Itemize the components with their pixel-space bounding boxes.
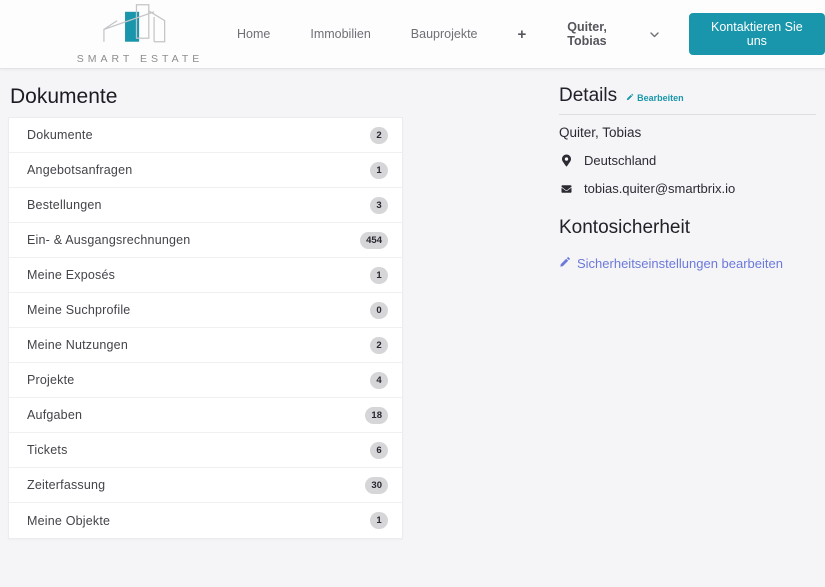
count-badge: 0 bbox=[370, 301, 388, 319]
list-item-exposes[interactable]: Meine Exposés 1 bbox=[9, 258, 402, 293]
list-item-label: Projekte bbox=[27, 373, 75, 387]
list-item-suchprofile[interactable]: Meine Suchprofile 0 bbox=[9, 293, 402, 328]
list-item-zeiterfassung[interactable]: Zeiterfassung 30 bbox=[9, 468, 402, 503]
list-item-label: Meine Exposés bbox=[27, 268, 116, 282]
count-badge: 2 bbox=[370, 126, 388, 144]
edit-details-link[interactable]: Bearbeiten bbox=[626, 93, 684, 103]
account-security-title: Kontosicherheit bbox=[559, 217, 690, 238]
smart-estate-logo-icon bbox=[99, 3, 181, 52]
list-item-label: Zeiterfassung bbox=[27, 478, 106, 492]
location-value: Deutschland bbox=[584, 153, 657, 168]
plus-icon: + bbox=[517, 25, 527, 43]
pencil-icon bbox=[559, 256, 571, 271]
top-navbar: SMART ESTATE Home Immobilien Bauprojekte… bbox=[0, 0, 825, 69]
list-item-label: Angebotsanfragen bbox=[27, 163, 133, 177]
count-badge: 6 bbox=[370, 441, 388, 459]
count-badge: 30 bbox=[365, 476, 388, 494]
page-title: Dokumente bbox=[10, 85, 118, 108]
nav-item-home[interactable]: Home bbox=[224, 19, 283, 49]
brand-name: SMART ESTATE bbox=[76, 53, 204, 65]
count-badge: 18 bbox=[365, 406, 388, 424]
list-item-rechnungen[interactable]: Ein- & Ausgangsrechnungen 454 bbox=[9, 223, 402, 258]
documents-list: Dokumente 2 Angebotsanfragen 1 Bestellun… bbox=[8, 117, 403, 539]
count-badge: 4 bbox=[370, 371, 388, 389]
contact-us-button[interactable]: Kontaktieren Sie uns bbox=[688, 13, 825, 55]
divider bbox=[559, 114, 816, 115]
user-menu-label: Quiter, Tobias bbox=[567, 20, 607, 48]
list-item-label: Meine Suchprofile bbox=[27, 303, 131, 317]
nav-item-immobilien[interactable]: Immobilien bbox=[297, 19, 383, 49]
list-item-nutzungen[interactable]: Meine Nutzungen 2 bbox=[9, 328, 402, 363]
list-item-aufgaben[interactable]: Aufgaben 18 bbox=[9, 398, 402, 433]
list-item-projekte[interactable]: Projekte 4 bbox=[9, 363, 402, 398]
count-badge: 3 bbox=[370, 196, 388, 214]
list-item-label: Bestellungen bbox=[27, 198, 102, 212]
list-item-angebotsanfragen[interactable]: Angebotsanfragen 1 bbox=[9, 153, 402, 188]
list-item-bestellungen[interactable]: Bestellungen 3 bbox=[9, 188, 402, 223]
list-item-label: Dokumente bbox=[27, 128, 93, 142]
list-item-objekte[interactable]: Meine Objekte 1 bbox=[9, 503, 402, 538]
email-row: tobias.quiter@smartbrix.io bbox=[559, 181, 816, 196]
list-item-tickets[interactable]: Tickets 6 bbox=[9, 433, 402, 468]
brand-logo[interactable]: SMART ESTATE bbox=[77, 3, 199, 65]
chevron-down-icon bbox=[650, 25, 659, 43]
details-panel: Details Bearbeiten Quiter, Tobias Deutsc… bbox=[559, 85, 816, 273]
count-badge: 1 bbox=[370, 512, 388, 529]
nav-item-bauprojekte[interactable]: Bauprojekte bbox=[398, 19, 491, 49]
list-item-label: Aufgaben bbox=[27, 408, 83, 422]
map-marker-icon bbox=[559, 154, 573, 167]
edit-security-settings-link[interactable]: Sicherheitseinstellungen bearbeiten bbox=[559, 256, 783, 271]
main-nav: Home Immobilien Bauprojekte + bbox=[224, 19, 539, 50]
contact-name: Quiter, Tobias bbox=[559, 125, 642, 140]
count-badge: 1 bbox=[370, 161, 388, 179]
location-row: Deutschland bbox=[559, 153, 816, 168]
count-badge: 2 bbox=[370, 336, 388, 354]
list-item-label: Tickets bbox=[27, 443, 68, 457]
count-badge: 1 bbox=[370, 266, 388, 284]
user-menu[interactable]: Quiter, Tobias bbox=[567, 20, 659, 48]
pencil-icon bbox=[626, 93, 634, 103]
list-item-dokumente[interactable]: Dokumente 2 bbox=[9, 118, 402, 153]
list-item-label: Ein- & Ausgangsrechnungen bbox=[27, 233, 191, 247]
list-item-label: Meine Objekte bbox=[27, 513, 111, 528]
add-menu-button[interactable]: + bbox=[505, 19, 540, 50]
envelope-icon bbox=[559, 184, 573, 194]
email-value: tobias.quiter@smartbrix.io bbox=[584, 181, 736, 196]
list-item-label: Meine Nutzungen bbox=[27, 338, 128, 352]
count-badge: 454 bbox=[360, 231, 388, 249]
details-title: Details bbox=[559, 85, 618, 106]
